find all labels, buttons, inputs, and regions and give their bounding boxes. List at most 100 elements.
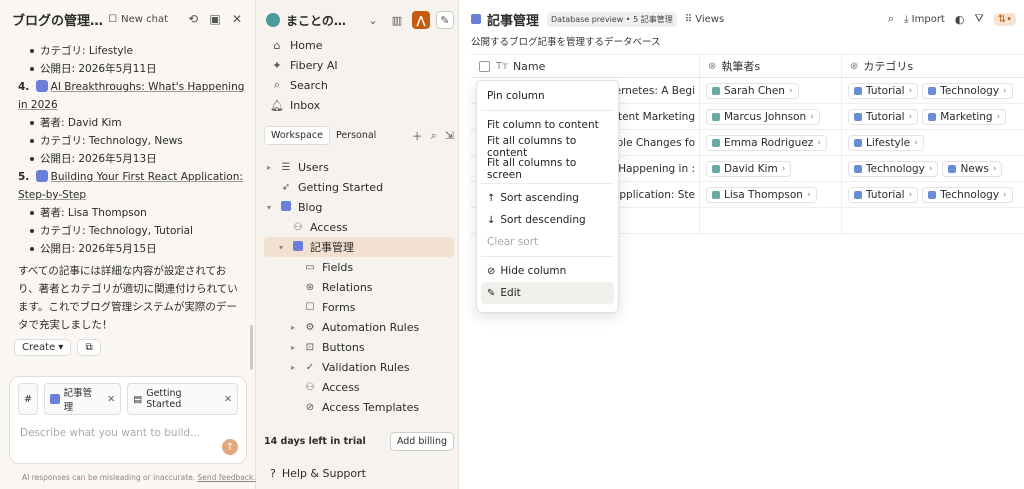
menu-fit-column[interactable]: Fit column to content (481, 114, 614, 136)
category-chip[interactable]: Technology › (922, 82, 1013, 99)
context-add-button[interactable]: # (18, 383, 38, 415)
author-chip[interactable]: Marcus Johnson › (706, 108, 820, 125)
remove-chip-icon[interactable]: ✕ (107, 394, 115, 405)
chevron-right-icon: › (928, 163, 933, 174)
remove-chip-icon[interactable]: ✕ (224, 394, 232, 405)
toggle-icon[interactable]: ◐ (955, 13, 965, 26)
category-chip[interactable]: Technology › (922, 186, 1013, 203)
article-link[interactable]: AI Breakthroughs: What's Happening in 20… (18, 81, 244, 111)
grid-icon: ⠿ (684, 13, 693, 25)
tree-item-relations[interactable]: ⊛ Relations (264, 277, 454, 297)
article-link[interactable]: Building Your First React Application: S… (18, 171, 243, 201)
help-support-link[interactable]: ? Help & Support (270, 467, 366, 480)
menu-sort-ascending[interactable]: ↑ Sort ascending (481, 187, 614, 209)
tree-item-users[interactable]: ▸ ☰ Users (264, 157, 454, 177)
caret-icon: ▸ (266, 162, 271, 172)
nav-home[interactable]: ⌂ Home (264, 35, 454, 55)
dock-icon[interactable]: ▣ (208, 12, 222, 26)
add-billing-button[interactable]: Add billing (389, 432, 454, 451)
tab-workspace[interactable]: Workspace (264, 126, 330, 145)
tree-item-getting-started[interactable]: ➶ Getting Started (264, 177, 454, 197)
database-icon (471, 14, 481, 24)
chevron-right-icon: › (914, 137, 918, 148)
tree-item-fields[interactable]: ▭ Fields (264, 257, 454, 277)
sort-icon[interactable]: ⇅• (993, 12, 1016, 26)
context-chip[interactable]: 記事管理 ✕ (43, 383, 122, 415)
select-all-checkbox[interactable] (479, 60, 490, 72)
send-feedback-link[interactable]: Send feedback. (198, 473, 256, 482)
menu-edit[interactable]: ✎ Edit (481, 282, 614, 304)
author-chip[interactable]: David Kim › (706, 160, 792, 177)
category-chip[interactable]: Marketing › (922, 108, 1007, 125)
send-button[interactable]: ↑ (222, 439, 238, 455)
nav-search[interactable]: ⌕ Search (264, 75, 454, 95)
caret-icon: ▾ (278, 242, 283, 252)
column-header-author[interactable]: ⊗ 執筆者s (700, 55, 842, 77)
workspace-name[interactable]: まことの… (286, 12, 358, 29)
text-type-icon: Tт (496, 60, 508, 72)
tab-personal[interactable]: Personal (330, 127, 382, 144)
entity-icon (712, 190, 720, 199)
compose-icon[interactable]: ✎ (436, 11, 454, 29)
ai-icon[interactable]: ⋀ (412, 11, 430, 29)
tree-item-kiji-kanri[interactable]: ▾ 記事管理 (264, 237, 454, 257)
entity-icon (712, 112, 720, 121)
author-chip[interactable]: Emma Rodriguez › (706, 134, 827, 151)
chat-scrollbar[interactable] (250, 325, 253, 370)
bell-icon: 🔔︎ (270, 98, 284, 112)
tree-item-blog[interactable]: ▾ Blog (264, 197, 454, 217)
menu-divider (481, 110, 614, 111)
new-chat-label: New chat (121, 13, 168, 25)
views-button[interactable]: ⠿ Views (685, 14, 724, 25)
nav-inbox[interactable]: 🔔︎ Inbox (264, 95, 454, 115)
sidebar-toggle-icon[interactable]: ▥ (388, 11, 406, 29)
search-icon[interactable]: ⌕ (888, 12, 894, 26)
column-context-menu: Pin column Fit column to content Fit all… (476, 80, 619, 313)
entity-icon (948, 164, 957, 173)
sparkle-icon: ✦ (272, 58, 282, 72)
context-chip[interactable]: ▤ Getting Started ✕ (127, 383, 238, 415)
import-button[interactable]: ⤓ Import (904, 14, 945, 25)
menu-sort-descending[interactable]: ↓ Sort descending (481, 209, 614, 231)
chevron-down-icon[interactable]: ⌄ (364, 11, 382, 29)
menu-fit-all-screen[interactable]: Fit all columns to screen (481, 157, 614, 181)
tree-item-access[interactable]: ⚇ Access (264, 217, 454, 237)
chat-article-item: 5. Building Your First React Application… (18, 170, 243, 201)
category-chip[interactable]: Tutorial › (848, 82, 919, 99)
category-chip[interactable]: Lifestyle › (848, 134, 924, 151)
tree-item-automation-rules[interactable]: ▸ ⚙ Automation Rules (264, 317, 454, 337)
category-chip[interactable]: Tutorial › (848, 186, 919, 203)
menu-fit-all-content[interactable]: Fit all columns to content (481, 135, 614, 159)
search-icon[interactable]: ⌕ (431, 129, 437, 143)
author-chip[interactable]: Sarah Chen › (706, 82, 799, 99)
menu-pin-column[interactable]: Pin column (481, 85, 614, 107)
db-description: 公開するブログ記事を管理するデータベース (471, 37, 661, 48)
close-icon[interactable]: ✕ (230, 12, 244, 26)
tree-item-validation-rules[interactable]: ▸ ✓ Validation Rules (264, 357, 454, 377)
tree-item-buttons[interactable]: ▸ ⊡ Buttons (264, 337, 454, 357)
menu-hide-column[interactable]: ⊘ Hide column (481, 260, 614, 282)
new-chat-button[interactable]: ☐ New chat (108, 14, 168, 25)
people-icon: ⚇ (293, 221, 303, 233)
create-button[interactable]: Create ▾ (14, 339, 72, 356)
filter-icon[interactable]: ⛛ (974, 12, 983, 26)
history-icon[interactable]: ⟲ (186, 12, 200, 26)
copy-icon[interactable]: ⧉ (77, 339, 101, 356)
arrow-up-icon: ↑ (487, 192, 496, 204)
category-chip[interactable]: Tutorial › (848, 108, 919, 125)
nav-fibery-ai[interactable]: ✦ Fibery AI (264, 55, 454, 75)
tree-item-access-templates[interactable]: ⊘ Access Templates (264, 397, 454, 417)
tree-item-access-2[interactable]: ⚇ Access (264, 377, 454, 397)
chat-input[interactable]: Describe what you want to build... (10, 421, 246, 445)
category-chip[interactable]: News › (942, 160, 1003, 177)
column-header-name[interactable]: Tт Name (471, 55, 700, 77)
collapse-icon[interactable]: ⇲ (445, 129, 454, 142)
column-header-category[interactable]: ⊗ カテゴリs (842, 55, 1024, 77)
category-chip[interactable]: Technology › (848, 160, 939, 177)
entity-icon (854, 190, 862, 199)
tree-item-forms[interactable]: ☐ Forms (264, 297, 454, 317)
entity-icon (854, 86, 862, 95)
relation-icon: ⊗ (850, 60, 859, 72)
author-chip[interactable]: Lisa Thompson › (706, 186, 817, 203)
plus-icon[interactable]: ＋ (412, 128, 423, 144)
